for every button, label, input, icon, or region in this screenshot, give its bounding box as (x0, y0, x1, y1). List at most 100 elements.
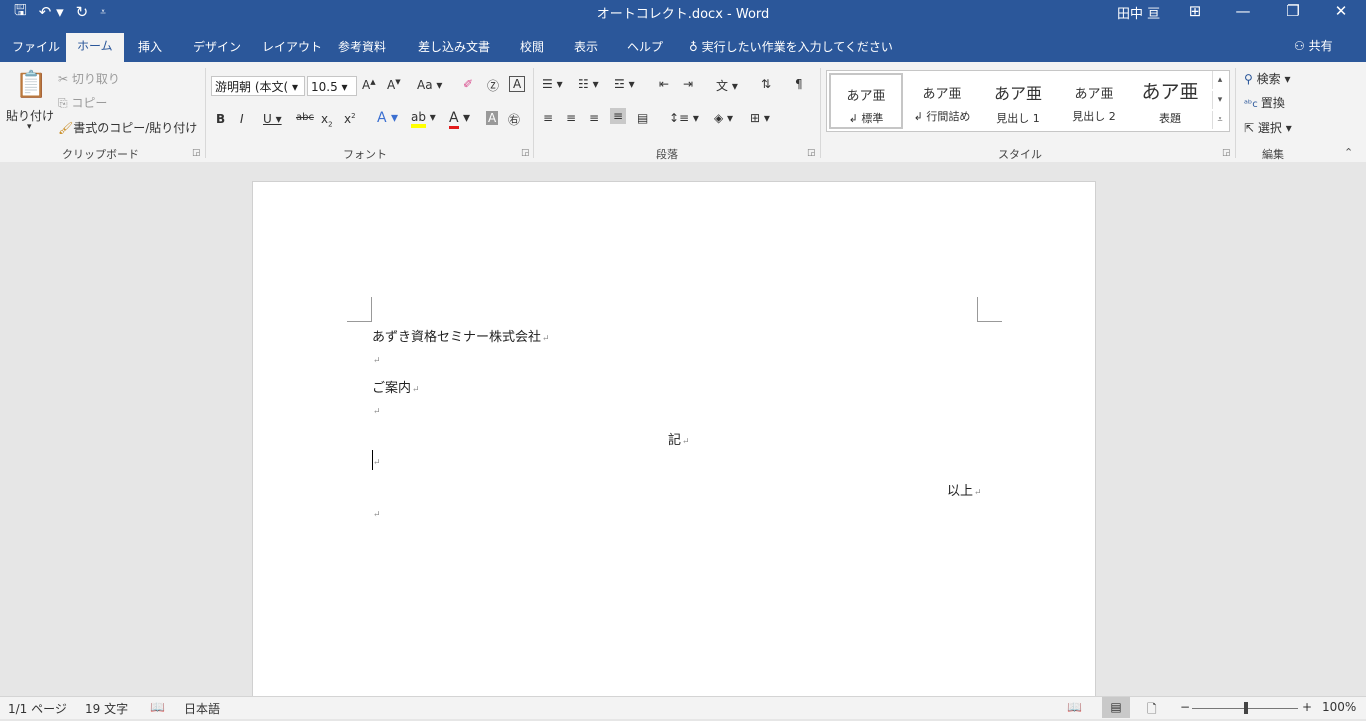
tab-references[interactable]: 参考資料 (338, 38, 386, 55)
distributed-icon[interactable]: ▤ (637, 111, 648, 125)
zoom-out-icon[interactable]: − (1180, 700, 1190, 714)
increase-indent-icon[interactable]: ⇥ (683, 77, 693, 91)
zoom-in-icon[interactable]: + (1302, 700, 1312, 714)
gallery-more-icon[interactable]: ⩡ (1212, 111, 1227, 129)
font-name-combo[interactable]: 游明朝 (本文( ▾ (211, 76, 305, 96)
collapse-ribbon-icon[interactable]: ⌃ (1344, 146, 1353, 159)
italic-icon[interactable]: I (240, 112, 244, 126)
superscript-icon[interactable]: x2 (344, 112, 356, 126)
find-button[interactable]: ⚲ 検索 ▾ (1244, 70, 1290, 87)
proofing-icon[interactable]: 📖 (150, 700, 165, 714)
line-text: 以上 (947, 484, 974, 499)
character-border-icon[interactable]: A (509, 76, 526, 92)
asian-layout-icon[interactable]: 文 ▾ (716, 77, 738, 94)
tab-insert[interactable]: 挿入 (138, 38, 162, 55)
align-center-icon[interactable]: ≡ (566, 111, 576, 125)
minimize-icon[interactable]: — (1233, 2, 1253, 20)
word-count[interactable]: 19 文字 (85, 700, 128, 717)
strikethrough-icon[interactable]: abc (296, 112, 314, 123)
clipboard-group-label: クリップボード (62, 148, 139, 161)
show-marks-icon[interactable]: ¶ (795, 77, 803, 91)
paste-icon[interactable]: 📋 (15, 70, 47, 100)
paragraph-launcher-icon[interactable]: ◲ (807, 148, 816, 158)
user-name[interactable]: 田中 亘 (1117, 3, 1160, 22)
font-launcher-icon[interactable]: ◲ (521, 148, 530, 158)
tab-layout[interactable]: レイアウト (262, 38, 322, 55)
decrease-indent-icon[interactable]: ⇤ (659, 77, 669, 91)
highlight-icon[interactable]: ab ▾ (411, 110, 436, 128)
zoom-slider-thumb[interactable] (1244, 702, 1248, 714)
change-case-button[interactable]: Aa ▾ (417, 78, 442, 92)
line-spacing-icon[interactable]: ↕≡ ▾ (669, 111, 699, 125)
select-label: 選択 (1257, 121, 1282, 135)
tab-mailings[interactable]: 差し込み文書 (418, 38, 490, 55)
clear-formatting-icon[interactable]: ✐ (463, 77, 473, 91)
character-shading-icon[interactable]: A (486, 111, 499, 125)
borders-icon[interactable]: ⊞ ▾ (750, 111, 770, 125)
numbering-icon[interactable]: ☷ ▾ (578, 77, 599, 91)
paste-dropdown-icon[interactable]: ▾ (27, 122, 32, 132)
restore-icon[interactable]: ❐ (1283, 2, 1303, 20)
style-heading-2[interactable]: あア亜 見出し 2 (1057, 73, 1131, 129)
clipboard-launcher-icon[interactable]: ◲ (192, 148, 201, 158)
style-title[interactable]: あア亜 表題 (1133, 73, 1207, 129)
gallery-down-icon[interactable]: ▾ (1212, 91, 1227, 109)
document-line[interactable]: 記↵ (668, 429, 690, 448)
style-heading-1[interactable]: あア亜 見出し 1 (981, 73, 1055, 129)
tab-file[interactable]: ファイル (12, 38, 60, 55)
styles-launcher-icon[interactable]: ◲ (1222, 148, 1231, 158)
bold-icon[interactable]: B (216, 112, 225, 126)
font-color-icon[interactable]: A ▾ (449, 110, 470, 129)
document-line[interactable]: ↵ (372, 454, 381, 469)
tab-review[interactable]: 校閲 (520, 38, 544, 55)
page-count[interactable]: 1/1 ページ (8, 700, 67, 717)
document-canvas: あずき資格セミナー株式会社↵ ↵ ご案内↵ ↵ 記↵ ↵ 以上↵ ↵ (0, 162, 1366, 701)
text-effects-icon[interactable]: A ▾ (377, 110, 398, 126)
title-bar: 🖫 ↶ ▾ ↻ ⩡ オートコレクト.docx - Word 田中 亘 ⊞ — ❐… (0, 0, 1366, 33)
document-line[interactable]: ↵ (372, 352, 381, 367)
document-line[interactable]: ↵ (372, 403, 381, 418)
tell-me-box[interactable]: ♁ 実行したい作業を入力してください (689, 38, 893, 55)
tab-help[interactable]: ヘルプ (627, 38, 663, 55)
ribbon-display-icon[interactable]: ⊞ (1185, 2, 1205, 20)
enclose-characters-icon[interactable]: ㊨ (508, 111, 520, 128)
grow-font-icon[interactable]: A▲ (362, 78, 376, 92)
style-normal[interactable]: あア亜 ↲ 標準 (829, 73, 903, 129)
style-no-spacing[interactable]: あア亜 ↲ 行間詰め (905, 73, 979, 129)
zoom-level[interactable]: 100% (1322, 700, 1356, 714)
phonetic-guide-icon[interactable]: Ⓩ (487, 77, 499, 94)
read-mode-icon[interactable]: 📖 (1067, 700, 1082, 714)
tab-view[interactable]: 表示 (574, 38, 598, 55)
align-left-icon[interactable]: ≡ (543, 111, 553, 125)
document-line[interactable]: ご案内↵ (372, 377, 420, 396)
shrink-font-icon[interactable]: A▼ (387, 78, 401, 92)
language[interactable]: 日本語 (184, 700, 220, 717)
format-painter-button[interactable]: 🖌書式のコピー/貼り付け (58, 119, 197, 136)
select-button[interactable]: ⇱ 選択 ▾ (1244, 119, 1292, 136)
close-icon[interactable]: ✕ (1331, 2, 1351, 20)
line-text: あずき資格セミナー株式会社 (372, 330, 542, 345)
justify-icon[interactable]: ≡ (610, 108, 627, 124)
gallery-up-icon[interactable]: ▴ (1212, 71, 1227, 89)
copy-icon: ⎘ (58, 96, 72, 110)
separator (1235, 68, 1236, 158)
document-line[interactable]: あずき資格セミナー株式会社↵ (372, 326, 550, 345)
align-right-icon[interactable]: ≡ (589, 111, 599, 125)
font-size-combo[interactable]: 10.5 ▾ (307, 76, 357, 96)
shading-icon[interactable]: ◈ ▾ (714, 111, 733, 125)
sort-icon[interactable]: ⇅ (761, 77, 771, 91)
print-layout-icon[interactable]: ▤ (1102, 697, 1130, 718)
subscript-icon[interactable]: x2 (321, 112, 333, 128)
document-line[interactable]: ↵ (372, 506, 381, 521)
tab-design[interactable]: デザイン (193, 38, 241, 55)
share-button[interactable]: ⚇ 共有 (1294, 37, 1333, 54)
editing-group-label: 編集 (1262, 148, 1284, 161)
underline-icon[interactable]: U ▾ (263, 112, 282, 126)
document-line[interactable]: 以上↵ (947, 480, 982, 499)
bullets-icon[interactable]: ☰ ▾ (542, 77, 563, 91)
replace-button[interactable]: ᵃᵇc 置換 (1244, 94, 1285, 111)
paragraph-mark: ↵ (373, 458, 381, 468)
tab-home[interactable]: ホーム (66, 33, 124, 62)
lightbulb-icon: ♁ (689, 40, 702, 54)
multilevel-list-icon[interactable]: ☲ ▾ (614, 77, 635, 91)
